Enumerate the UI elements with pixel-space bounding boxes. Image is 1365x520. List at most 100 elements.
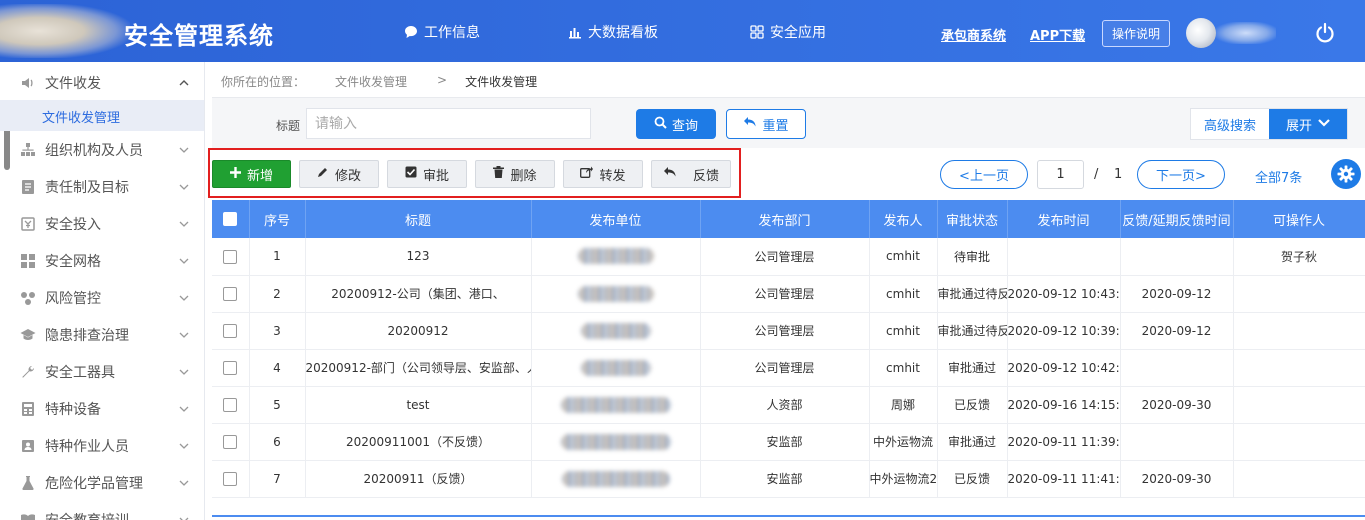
sidebar-item[interactable]: 隐患排查治理: [0, 316, 204, 353]
cell-status: 已反馈: [937, 386, 1008, 424]
cell-title[interactable]: 20200912: [305, 312, 532, 350]
title-search-input[interactable]: [306, 108, 591, 139]
sidebar-item[interactable]: 安全工器具: [0, 353, 204, 390]
row-select-cell[interactable]: [212, 423, 250, 461]
cell-no: 6: [249, 423, 306, 461]
table-row[interactable]: 5 test 人资部 周娜 已反馈 2020-09-16 14:15:2 2020-09-3…: [212, 386, 1365, 424]
table-row[interactable]: 220200912-公司（集团、港口、公司管理层cmhit审批通过待反馈2020…: [212, 275, 1365, 313]
sidebar-item[interactable]: 特种设备: [0, 390, 204, 427]
total-pages: 1: [1114, 167, 1123, 182]
column-header: 反馈/延期反馈时间: [1120, 200, 1234, 238]
sidebar-item[interactable]: 安全投入: [0, 205, 204, 242]
delete-button[interactable]: 删除: [475, 160, 555, 188]
reply-icon: [663, 166, 677, 182]
row-checkbox[interactable]: [223, 249, 238, 264]
sidebar-subitem-file-management[interactable]: 文件收发管理: [0, 100, 204, 131]
reset-button[interactable]: 重置: [726, 109, 806, 139]
sidebar: 文件收发 文件收发管理 组织机构及人员 责任制及目标安全投入安全网格 风险管控 隐患排…: [0, 62, 205, 520]
sidebar-item[interactable]: 责任制及目标: [0, 168, 204, 205]
cell-publisher: cmhit: [869, 349, 938, 387]
add-button[interactable]: 新增: [212, 160, 291, 188]
sidebar-item[interactable]: 风险管控: [0, 279, 204, 316]
cell-title[interactable]: 20200912-部门（公司领导层、安监部、人: [305, 349, 532, 387]
nav-safety-apps[interactable]: 安全应用: [750, 22, 826, 42]
table-row[interactable]: 7 20200911（反馈） 安监部 中外运物流2 已反馈 2020-09-11 11:4…: [212, 460, 1365, 498]
forward-button[interactable]: 转发: [563, 160, 643, 188]
nav-safety-apps-label: 安全应用: [770, 25, 826, 41]
graduation-cap-icon: [20, 327, 36, 343]
query-button[interactable]: 查询: [636, 109, 716, 139]
search-icon: [654, 116, 667, 133]
cell-dept: 安监部: [700, 423, 870, 461]
chevron-down-icon: [178, 514, 190, 520]
row-checkbox[interactable]: [223, 397, 238, 412]
avatar[interactable]: [1186, 18, 1216, 48]
sidebar-item-label: 安全投入: [45, 216, 101, 233]
table-row[interactable]: 4 20200912-部门（公司领导层、安监部、人 公司管理层 cmhit 审批通过 20…: [212, 349, 1365, 387]
cell-feedback-time: 2020-09-12: [1120, 275, 1234, 313]
cell-no: 2: [249, 275, 306, 313]
table-bottom-border: [212, 515, 1365, 517]
row-select-cell[interactable]: [212, 312, 250, 350]
sidebar-item-file-transfer[interactable]: 文件收发: [0, 64, 204, 101]
query-button-label: 查询: [671, 118, 698, 134]
power-icon[interactable]: [1314, 22, 1336, 44]
nav-work-info-label: 工作信息: [424, 25, 480, 41]
cell-title[interactable]: 20200911（反馈）: [305, 460, 532, 498]
prev-page-button[interactable]: <上一页: [940, 160, 1028, 189]
page-separator: /: [1094, 167, 1099, 182]
cell-title[interactable]: 20200912-公司（集团、港口、: [305, 275, 532, 313]
contractor-system-link[interactable]: 承包商系统: [941, 25, 1006, 44]
row-select-cell[interactable]: [212, 238, 250, 276]
chevron-down-icon: [178, 329, 190, 341]
table-row[interactable]: 6 20200911001（不反馈） 安监部 中外运物流 审批通过 2020-09-11 …: [212, 423, 1365, 461]
table-row[interactable]: 1 123 公司管理层 cmhit 待审批 贺子秋: [212, 238, 1365, 276]
flask-icon: [20, 475, 36, 491]
cell-feedback-time: [1120, 349, 1234, 387]
row-checkbox[interactable]: [223, 286, 238, 301]
approve-button[interactable]: 审批: [387, 160, 467, 188]
sidebar-item[interactable]: 安全网格: [0, 242, 204, 279]
row-checkbox[interactable]: [223, 471, 238, 486]
undo-icon: [743, 116, 757, 132]
sidebar-item[interactable]: 危险化学品管理: [0, 464, 204, 501]
sidebar-item[interactable]: 安全教育培训: [0, 501, 204, 520]
cell-time: 2020-09-16 14:15:2: [1007, 386, 1121, 424]
device-icon: [20, 401, 36, 417]
row-select-cell[interactable]: [212, 386, 250, 424]
next-page-button[interactable]: 下一页>: [1137, 160, 1225, 189]
gear-icon[interactable]: [1331, 159, 1361, 189]
select-all-checkbox[interactable]: [223, 212, 238, 226]
sidebar-item[interactable]: 组织机构及人员: [0, 131, 204, 168]
cell-title[interactable]: 123: [305, 238, 532, 276]
help-button[interactable]: 操作说明: [1102, 20, 1170, 47]
edit-button[interactable]: 修改: [299, 160, 379, 188]
row-checkbox[interactable]: [223, 434, 238, 449]
row-select-cell[interactable]: [212, 275, 250, 313]
feedback-button[interactable]: 反馈: [651, 160, 731, 188]
expand-button[interactable]: 展开: [1269, 109, 1347, 139]
column-header: 序号: [249, 200, 306, 238]
breadcrumb-parent[interactable]: 文件收发管理: [335, 73, 407, 90]
select-all-cell[interactable]: [212, 200, 250, 238]
row-checkbox[interactable]: [223, 323, 238, 338]
cell-title[interactable]: test: [305, 386, 532, 424]
table-row[interactable]: 320200912 公司管理层cmhit审批通过待反馈2020-09-12 10:…: [212, 312, 1365, 350]
chevron-up-icon: [178, 77, 190, 89]
advanced-search-label[interactable]: 高级搜索: [1191, 109, 1269, 139]
cell-status: 审批通过待反馈: [937, 275, 1008, 313]
cell-title[interactable]: 20200911001（不反馈）: [305, 423, 532, 461]
nav-big-data[interactable]: 大数据看板: [568, 22, 658, 42]
page-number-input[interactable]: 1: [1037, 160, 1084, 189]
sidebar-item[interactable]: 特种作业人员: [0, 427, 204, 464]
row-select-cell[interactable]: [212, 460, 250, 498]
row-checkbox[interactable]: [223, 360, 238, 375]
chevron-down-icon: [178, 403, 190, 415]
row-select-cell[interactable]: [212, 349, 250, 387]
nav-work-info[interactable]: 工作信息: [404, 22, 480, 42]
chat-bubble-icon: [404, 25, 418, 39]
person-icon: [20, 438, 36, 454]
app-download-link[interactable]: APP下载: [1030, 25, 1085, 44]
file-table: 序号 标题 发布单位 发布部门 发布人 审批状态 发布时间 反馈/延期反馈时间 …: [212, 200, 1365, 498]
column-header: 标题: [305, 200, 532, 238]
